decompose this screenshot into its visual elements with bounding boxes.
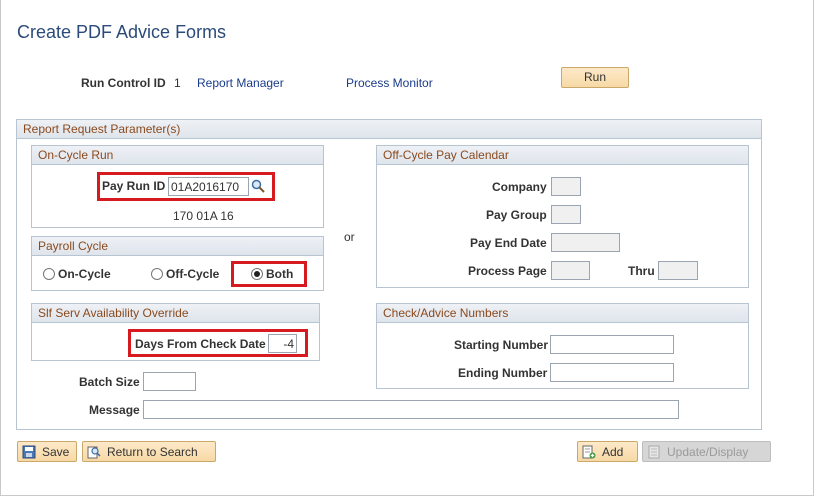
off-cycle-header: Off-Cycle Pay Calendar — [377, 146, 748, 165]
radio-on-cycle-label: On-Cycle — [58, 267, 111, 281]
save-button[interactable]: Save — [17, 441, 77, 462]
update-display-button[interactable]: Update/Display — [642, 441, 771, 462]
days-from-check-date-input[interactable] — [268, 334, 297, 353]
payroll-cycle-header: Payroll Cycle — [32, 237, 323, 256]
update-display-label: Update/Display — [667, 444, 749, 459]
radio-both-label: Both — [266, 267, 294, 281]
report-request-header: Report Request Parameter(s) — [17, 120, 761, 139]
run-control-id-label: Run Control ID — [81, 76, 166, 90]
pay-run-description: 170 01A 16 — [173, 209, 234, 223]
run-control-id-value: 1 — [174, 76, 181, 90]
pay-end-date-label: Pay End Date — [470, 236, 547, 250]
radio-both[interactable]: Both — [251, 267, 293, 281]
process-page-input[interactable] — [551, 261, 590, 280]
radio-off-cycle[interactable]: Off-Cycle — [151, 267, 219, 281]
radio-both-circle[interactable] — [251, 268, 263, 280]
ending-number-label: Ending Number — [458, 366, 548, 380]
pay-run-id-input[interactable] — [168, 177, 249, 196]
starting-number-input[interactable] — [550, 335, 674, 354]
thru-label: Thru — [628, 264, 655, 278]
pay-end-date-input[interactable] — [551, 233, 620, 252]
radio-off-cycle-circle[interactable] — [151, 268, 163, 280]
batch-size-input[interactable] — [143, 372, 196, 391]
radio-on-cycle[interactable]: On-Cycle — [43, 267, 111, 281]
return-to-search-label: Return to Search — [107, 444, 198, 459]
pay-run-id-label: Pay Run ID — [102, 179, 166, 193]
radio-on-cycle-circle[interactable] — [43, 268, 55, 280]
batch-size-label: Batch Size — [79, 375, 140, 389]
message-input[interactable] — [143, 400, 679, 419]
on-cycle-header: On-Cycle Run — [32, 146, 323, 165]
update-display-icon — [647, 445, 661, 459]
run-button[interactable]: Run — [561, 67, 629, 88]
save-icon — [22, 445, 36, 459]
company-input[interactable] — [551, 177, 581, 196]
company-label: Company — [492, 180, 547, 194]
ending-number-input[interactable] — [550, 363, 674, 382]
report-manager-link[interactable]: Report Manager — [197, 76, 284, 90]
process-page-label: Process Page — [468, 264, 547, 278]
pay-group-input[interactable] — [551, 205, 581, 224]
starting-number-label: Starting Number — [454, 338, 549, 352]
return-to-search-button[interactable]: Return to Search — [82, 441, 216, 462]
lookup-search-icon[interactable] — [251, 179, 265, 196]
check-advice-header: Check/Advice Numbers — [377, 304, 748, 323]
add-icon — [582, 445, 596, 459]
save-label: Save — [42, 444, 70, 459]
slf-serv-header: Slf Serv Availability Override — [32, 304, 319, 323]
message-label: Message — [89, 403, 140, 417]
days-from-check-date-label: Days From Check Date — [135, 337, 266, 351]
or-label: or — [344, 230, 355, 244]
thru-input[interactable] — [658, 261, 698, 280]
process-monitor-link[interactable]: Process Monitor — [346, 76, 433, 90]
pay-group-label: Pay Group — [486, 208, 547, 222]
return-search-icon — [87, 445, 101, 459]
page-title: Create PDF Advice Forms — [17, 22, 227, 42]
add-label: Add — [602, 444, 624, 459]
radio-off-cycle-label: Off-Cycle — [166, 267, 220, 281]
add-button[interactable]: Add — [577, 441, 638, 462]
